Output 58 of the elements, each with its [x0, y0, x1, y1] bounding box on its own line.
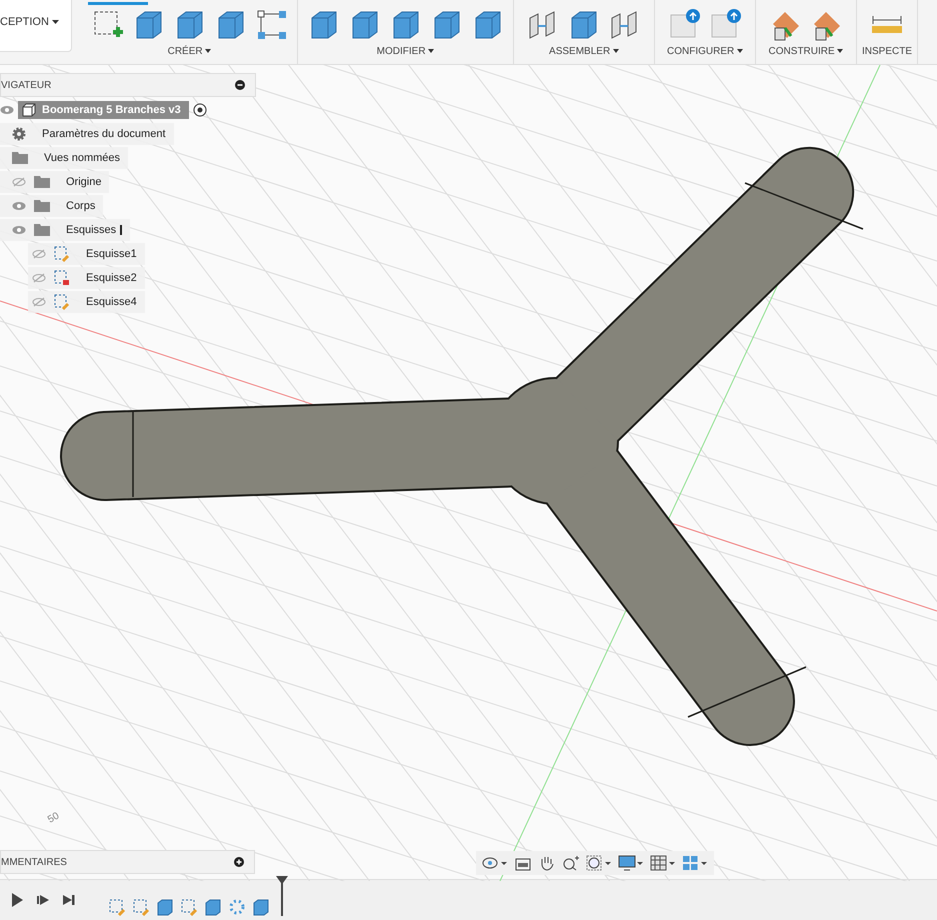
caret-icon	[612, 49, 619, 54]
toolbar-group-dropdown[interactable]: ASSEMBLER	[549, 44, 619, 59]
folder-icon	[34, 200, 50, 212]
gear-icon	[12, 127, 26, 141]
workspace-dropdown[interactable]: CEPTION	[0, 0, 72, 52]
comments-title: MMENTAIRES	[1, 856, 67, 868]
eye-icon[interactable]	[12, 225, 26, 235]
browser-item[interactable]: Origine	[0, 171, 110, 193]
timeline-sketch-icon[interactable]	[108, 898, 126, 916]
toolbar-group-dropdown[interactable]: INSPECTE	[862, 44, 912, 59]
viewports-icon[interactable]	[682, 855, 708, 871]
caret-icon	[737, 49, 743, 54]
eye-icon[interactable]	[0, 105, 14, 115]
timeline-cube-icon[interactable]	[156, 898, 174, 916]
browser-item[interactable]: Corps	[0, 195, 104, 217]
caret-icon	[52, 20, 59, 24]
nodes-icon[interactable]	[254, 8, 288, 42]
folder-icon	[34, 224, 50, 236]
component-icon	[22, 103, 36, 117]
radio-icon[interactable]	[192, 103, 207, 117]
toolbar-group-dropdown[interactable]: CONSTRUIRE	[768, 44, 844, 59]
sketch-pencil-icon	[54, 246, 70, 262]
root-component-label: Boomerang 5 Branches v3	[42, 104, 181, 116]
caret-icon	[428, 49, 434, 54]
step-forward-icon[interactable]	[36, 892, 50, 908]
browser-item[interactable]: Esquisses	[0, 219, 130, 241]
add-icon[interactable]	[234, 857, 244, 867]
browser-item[interactable]: Esquisse2	[28, 267, 145, 289]
browser-item[interactable]: Esquisse1	[28, 243, 145, 265]
toolbar-group-dropdown[interactable]: MODIFIER	[376, 44, 434, 59]
play-icon[interactable]	[10, 892, 24, 908]
orbit-icon[interactable]	[482, 855, 508, 871]
grid-label: 50	[46, 810, 62, 826]
zoom-window-icon[interactable]	[586, 855, 612, 871]
zoom-icon[interactable]	[562, 855, 580, 871]
toolbar-group-dropdown[interactable]: CRÉER	[168, 44, 212, 59]
caret-icon	[837, 49, 844, 54]
caret-icon	[205, 49, 212, 54]
browser-item[interactable]: Vues nommées	[0, 147, 128, 169]
folder-icon	[34, 176, 50, 188]
timeline-sketch-icon[interactable]	[132, 898, 150, 916]
active-tab-indicator	[88, 2, 148, 5]
browser-item[interactable]: Esquisse4	[28, 291, 145, 313]
folder-icon	[12, 152, 28, 164]
timeline-circle-pattern-icon[interactable]	[228, 898, 246, 916]
timeline-sketch-icon[interactable]	[180, 898, 198, 916]
grid-icon[interactable]	[650, 855, 676, 871]
skip-end-icon[interactable]	[62, 892, 76, 908]
sketch-lock-icon	[54, 270, 70, 286]
collapse-icon[interactable]	[235, 80, 245, 90]
toolbar-group-dropdown[interactable]: CONFIGURER	[667, 44, 743, 59]
browser-title: VIGATEUR	[1, 80, 52, 90]
eye-icon[interactable]	[12, 201, 26, 211]
monitor-icon[interactable]	[618, 855, 644, 871]
timeline-marker-icon[interactable]	[276, 876, 288, 916]
expanded-marker[interactable]	[120, 225, 122, 235]
browser-item[interactable]: Paramètres du document	[0, 123, 174, 145]
sketch-pencil-icon	[54, 294, 70, 310]
